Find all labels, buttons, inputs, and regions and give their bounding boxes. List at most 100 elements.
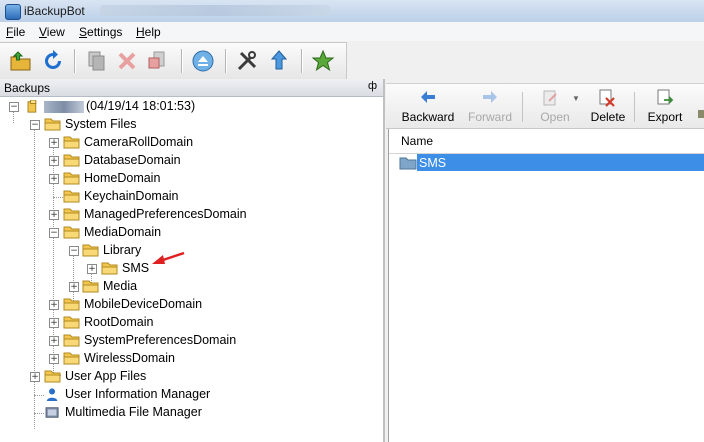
delete-icon	[118, 52, 136, 70]
tree-label: DatabaseDomain	[84, 153, 181, 167]
tree-domain[interactable]: + DatabaseDomain	[0, 152, 380, 170]
refresh-icon	[45, 50, 61, 69]
expand-icon[interactable]: +	[49, 210, 59, 220]
tree-label: SystemPreferencesDomain	[84, 333, 237, 347]
backups-panel-header: Backups ф	[0, 79, 383, 97]
open-backup-button[interactable]	[8, 48, 34, 74]
selected-item-highlight: SMS	[417, 154, 704, 171]
folder-icon	[44, 118, 61, 131]
tree-label: WirelessDomain	[84, 351, 175, 365]
tools-button[interactable]	[234, 48, 260, 74]
user-icon	[46, 388, 58, 401]
tree-domain[interactable]: + HomeDomain	[0, 170, 380, 188]
eject-button[interactable]	[190, 48, 216, 74]
delete-button[interactable]	[114, 48, 140, 74]
app-icon	[5, 4, 21, 20]
blurred-device-name	[44, 101, 84, 113]
tools-icon	[237, 51, 257, 71]
tree-label: KeychainDomain	[84, 189, 179, 203]
collapse-icon[interactable]: −	[49, 228, 59, 238]
open-dropdown-icon[interactable]: ▼	[572, 94, 580, 103]
upload-icon	[270, 50, 288, 70]
folder-icon	[63, 136, 80, 149]
tree-domain[interactable]: + CameraRollDomain	[0, 134, 380, 152]
folder-icon	[399, 157, 417, 170]
tree-user-info-manager[interactable]: User Information Manager	[0, 386, 380, 404]
folder-icon	[63, 190, 80, 203]
multimedia-icon	[45, 407, 59, 418]
collapse-icon[interactable]: −	[69, 246, 79, 256]
tree-label: MobileDeviceDomain	[84, 297, 203, 311]
expand-icon[interactable]: +	[69, 282, 79, 292]
tree-label: (04/19/14 18:01:53)	[86, 99, 196, 113]
tree-domain[interactable]: + ManagedPreferencesDomain	[0, 206, 380, 224]
tree-domain[interactable]: − MediaDomain	[0, 224, 380, 242]
forward-label: Forward	[467, 110, 512, 124]
tree-multimedia-manager[interactable]: Multimedia File Manager	[0, 404, 380, 422]
tree-sms[interactable]: + SMS	[0, 260, 380, 278]
expand-icon[interactable]: +	[49, 156, 59, 166]
menu-help[interactable]: Help	[136, 25, 161, 39]
pin-icon[interactable]: ф	[368, 80, 377, 92]
tree-domain[interactable]: + MobileDeviceDomain	[0, 296, 380, 314]
favorite-star-button[interactable]	[310, 48, 336, 74]
expand-icon[interactable]: +	[87, 264, 97, 274]
file-list: Name SMS	[388, 129, 704, 442]
file-list-item-label: SMS	[419, 156, 447, 170]
tree-media[interactable]: + Media	[0, 278, 380, 296]
backward-button[interactable]: Backward	[398, 88, 458, 126]
expand-icon[interactable]: +	[49, 174, 59, 184]
tree-library[interactable]: − Library	[0, 242, 380, 260]
tree-system-files[interactable]: − System Files	[0, 116, 380, 134]
tree-label: User App Files	[65, 369, 147, 383]
forward-button[interactable]: Forward	[464, 88, 516, 126]
folder-icon	[63, 172, 80, 185]
expand-icon[interactable]: +	[49, 138, 59, 148]
tree-label: CameraRollDomain	[84, 135, 194, 149]
delete-file-button[interactable]: Delete	[586, 88, 630, 126]
refresh-button[interactable]	[40, 48, 66, 74]
tree-domain[interactable]: + WirelessDomain	[0, 350, 380, 368]
tree-label: User Information Manager	[65, 387, 211, 401]
favorite-star-icon	[311, 49, 335, 72]
export-icon	[657, 89, 674, 105]
blurred-account-text	[100, 5, 330, 16]
content-toolbar: Backward Forward ▼ Open Delete Export	[386, 83, 704, 129]
expand-icon[interactable]: +	[49, 354, 59, 364]
delete-label: Delete	[590, 110, 626, 124]
expand-icon[interactable]: +	[49, 318, 59, 328]
backward-label: Backward	[401, 110, 455, 124]
tree-backup[interactable]: − (04/19/14 18:01:53)	[0, 98, 380, 116]
tree-label: MediaDomain	[84, 225, 162, 239]
copy-button[interactable]	[83, 48, 109, 74]
open-button[interactable]: ▼ Open	[532, 88, 580, 126]
collapse-icon[interactable]: −	[9, 102, 19, 112]
expand-icon[interactable]: +	[30, 372, 40, 382]
tree-label: Media	[103, 279, 138, 293]
folder-icon	[63, 208, 80, 221]
arrow-right-icon	[483, 91, 497, 103]
upload-button[interactable]	[266, 48, 292, 74]
toolbar-overflow-icon[interactable]	[698, 110, 704, 118]
tree-domain[interactable]: + RootDomain	[0, 314, 380, 332]
folder-icon	[63, 154, 80, 167]
expand-icon[interactable]: +	[49, 336, 59, 346]
folder-icon	[44, 370, 61, 383]
open-label: Open	[540, 110, 570, 124]
tree-label: RootDomain	[84, 315, 154, 329]
name-column-header[interactable]: Name	[389, 129, 704, 154]
menu-file[interactable]: File	[6, 25, 25, 39]
expand-icon[interactable]: +	[49, 300, 59, 310]
eject-icon	[192, 50, 214, 72]
window-title: iBackupBot	[24, 4, 85, 18]
menu-settings[interactable]: Settings	[79, 25, 122, 39]
open-file-icon	[543, 90, 557, 106]
export-button[interactable]: Export	[640, 88, 690, 126]
tree-domain[interactable]: KeychainDomain	[0, 188, 380, 206]
tree-domain[interactable]: + SystemPreferencesDomain	[0, 332, 380, 350]
menu-view[interactable]: View	[39, 25, 65, 39]
restore-button[interactable]	[144, 48, 170, 74]
collapse-icon[interactable]: −	[30, 120, 40, 130]
tree-user-app-files[interactable]: + User App Files	[0, 368, 380, 386]
folder-icon	[63, 226, 80, 239]
